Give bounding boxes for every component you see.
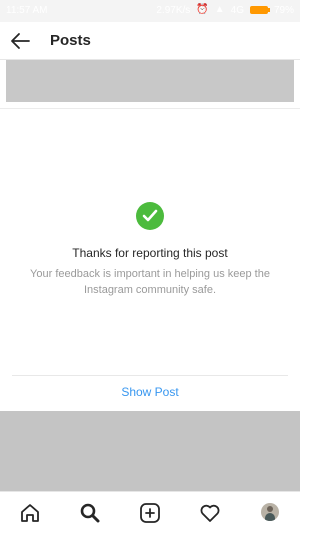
bottom-tab-bar [0, 491, 300, 533]
home-icon[interactable] [19, 502, 41, 524]
avatar-head [267, 506, 273, 512]
alarm-icon: ⏰ [196, 4, 209, 15]
status-bar: 11:57 AM 2.97K/s ⏰ ▲ 4G 79% [0, 0, 300, 22]
profile-avatar[interactable] [261, 503, 279, 521]
post-placeholder-top [6, 60, 294, 102]
network-type: 4G [230, 4, 244, 16]
signal-icon: ▲ [214, 4, 225, 15]
thanks-message: Thanks for reporting this post [72, 246, 228, 260]
feedback-message: Your feedback is important in helping us… [30, 268, 270, 296]
checkmark-circle-icon [136, 202, 164, 230]
page-title: Posts [50, 32, 91, 49]
card-divider [12, 375, 288, 376]
back-arrow-icon[interactable] [8, 29, 32, 53]
search-icon[interactable] [79, 502, 101, 524]
status-time: 11:57 AM [6, 5, 48, 16]
activity-heart-icon[interactable] [199, 502, 221, 524]
post-placeholder-bottom [0, 411, 300, 491]
status-indicators: 2.97K/s ⏰ ▲ 4G 79% [156, 4, 294, 16]
net-speed: 2.97K/s [156, 4, 191, 16]
battery-percent: 79% [273, 4, 294, 16]
battery-icon [249, 6, 270, 14]
new-post-icon[interactable] [139, 502, 161, 524]
app-header: Posts [0, 22, 300, 60]
show-post-button[interactable]: Show Post [0, 385, 300, 399]
avatar-body [265, 513, 275, 521]
